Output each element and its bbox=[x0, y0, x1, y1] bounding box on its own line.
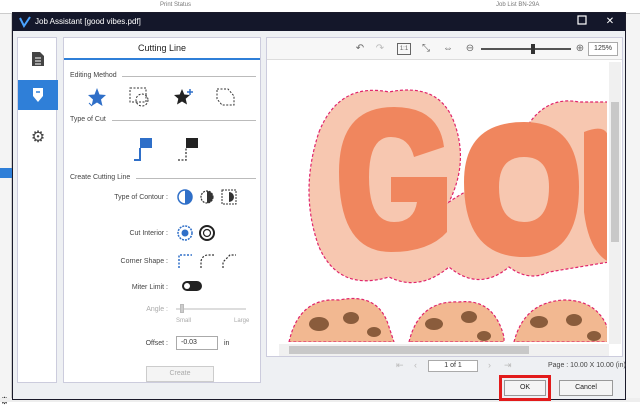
contour-inner-icon[interactable] bbox=[198, 188, 216, 206]
corner-shape-label: Corner Shape : bbox=[120, 258, 168, 265]
angle-slider-track[interactable] bbox=[176, 308, 246, 310]
create-button[interactable]: Create bbox=[146, 366, 214, 382]
type-of-contour-label: Type of Contour : bbox=[114, 194, 168, 201]
angle-slider-handle[interactable] bbox=[180, 304, 184, 313]
contour-bounding-icon[interactable] bbox=[220, 188, 238, 206]
offset-unit: in bbox=[224, 340, 230, 347]
artwork-canvas[interactable] bbox=[279, 62, 607, 342]
offset-label: Offset : bbox=[145, 340, 168, 347]
angle-label: Angle : bbox=[146, 306, 168, 313]
page-field[interactable]: 1 of 1 bbox=[428, 360, 478, 372]
offset-field[interactable]: -0.03 bbox=[176, 336, 218, 350]
section-type-of-cut: Type of Cut bbox=[70, 116, 106, 123]
star-select-icon[interactable] bbox=[86, 86, 108, 108]
close-icon[interactable]: ✕ bbox=[603, 15, 617, 29]
divider bbox=[136, 178, 256, 179]
fit-page-icon[interactable]: ⤡ bbox=[419, 42, 433, 56]
vertical-scrollbar[interactable] bbox=[609, 62, 621, 344]
corner-round-icon[interactable] bbox=[198, 252, 216, 270]
page-navigator: ⇤ ‹ 1 of 1 › ⇥ Page : 10.00 X 10.00 (in) bbox=[266, 359, 626, 373]
undo-icon[interactable]: ↶ bbox=[353, 42, 367, 56]
zoom-slider-handle[interactable] bbox=[531, 44, 535, 54]
last-page-icon[interactable]: ⇥ bbox=[504, 360, 512, 371]
redo-icon[interactable]: ↷ bbox=[373, 42, 387, 56]
section-create-cutting-line: Create Cutting Line bbox=[70, 174, 131, 181]
background-app-right bbox=[626, 14, 640, 402]
artwork-image bbox=[288, 89, 607, 342]
cut-interior-on-icon[interactable] bbox=[176, 224, 194, 242]
horizontal-scrollbar[interactable] bbox=[279, 344, 609, 356]
cut-interior-off-icon[interactable] bbox=[198, 224, 216, 242]
next-page-icon[interactable]: › bbox=[488, 360, 491, 370]
through-cut-icon[interactable] bbox=[130, 136, 154, 162]
contour-outer-icon[interactable] bbox=[176, 188, 194, 206]
miter-limit-label: Miter Limit : bbox=[131, 284, 168, 291]
zoom-out-icon[interactable]: ⊖ bbox=[463, 42, 477, 56]
title-bar: Job Assistant [good vibes.pdf] ✕ bbox=[13, 13, 625, 31]
cancel-button[interactable]: Cancel bbox=[559, 380, 613, 396]
fit-width-icon[interactable]: ⇔ bbox=[441, 42, 455, 56]
section-editing-method: Editing Method bbox=[70, 72, 117, 79]
zoom-level[interactable]: 125% bbox=[588, 42, 618, 56]
nav-item-settings[interactable]: ⚙ bbox=[22, 122, 54, 152]
miter-limit-toggle[interactable] bbox=[182, 281, 202, 291]
leopard-shapes bbox=[288, 297, 607, 342]
angle-large-label: Large bbox=[234, 318, 250, 324]
background-app-sidebar: ⚙ bbox=[0, 14, 12, 407]
zoom-in-icon[interactable]: ⊕ bbox=[573, 42, 587, 56]
prev-page-icon[interactable]: ‹ bbox=[414, 360, 417, 370]
preview-pane: ↶ ↷ 1:1 ⤡ ⇔ ⊖ ⊕ 125% bbox=[266, 37, 623, 357]
cutting-line-panel: Cutting Line Editing Method Type of Cut bbox=[63, 37, 261, 383]
dialog-title: Job Assistant [good vibes.pdf] bbox=[35, 17, 141, 26]
dashed-circle-icon[interactable] bbox=[128, 86, 152, 108]
nav-item-document[interactable] bbox=[22, 44, 54, 74]
zoom-slider[interactable] bbox=[481, 48, 571, 50]
dashed-shape-icon[interactable] bbox=[214, 86, 238, 108]
preview-toolbar: ↶ ↷ 1:1 ⤡ ⇔ ⊖ ⊕ 125% bbox=[267, 38, 622, 60]
star-plus-icon[interactable] bbox=[172, 86, 196, 108]
document-icon bbox=[32, 52, 44, 66]
page-size-info: Page : 10.00 X 10.00 (in) bbox=[548, 362, 626, 369]
cut-pen-icon bbox=[33, 88, 43, 102]
job-assistant-dialog: Job Assistant [good vibes.pdf] ✕ ⚙ Cutti… bbox=[12, 12, 626, 401]
divider bbox=[112, 120, 256, 121]
background-label: Job List BN-29A bbox=[496, 2, 540, 8]
angle-small-label: Small bbox=[176, 318, 192, 324]
ok-button[interactable]: OK bbox=[504, 380, 546, 396]
corner-sharp-icon[interactable] bbox=[176, 252, 194, 270]
actual-size-icon[interactable]: 1:1 bbox=[397, 43, 411, 55]
background-label: Print Status bbox=[160, 2, 192, 8]
kiss-cut-icon[interactable] bbox=[176, 136, 200, 162]
background-selected-row bbox=[0, 168, 12, 178]
divider bbox=[122, 76, 256, 77]
gear-icon: ⚙ bbox=[30, 129, 46, 146]
nav-item-cutting[interactable] bbox=[18, 80, 58, 110]
maximize-icon[interactable] bbox=[575, 15, 589, 29]
nav-rail: ⚙ bbox=[17, 37, 58, 383]
cut-interior-label: Cut Interior : bbox=[129, 230, 168, 237]
app-logo-icon bbox=[19, 16, 31, 28]
first-page-icon[interactable]: ⇤ bbox=[396, 360, 404, 371]
corner-bevel-icon[interactable] bbox=[220, 252, 238, 270]
panel-title: Cutting Line bbox=[64, 38, 260, 60]
